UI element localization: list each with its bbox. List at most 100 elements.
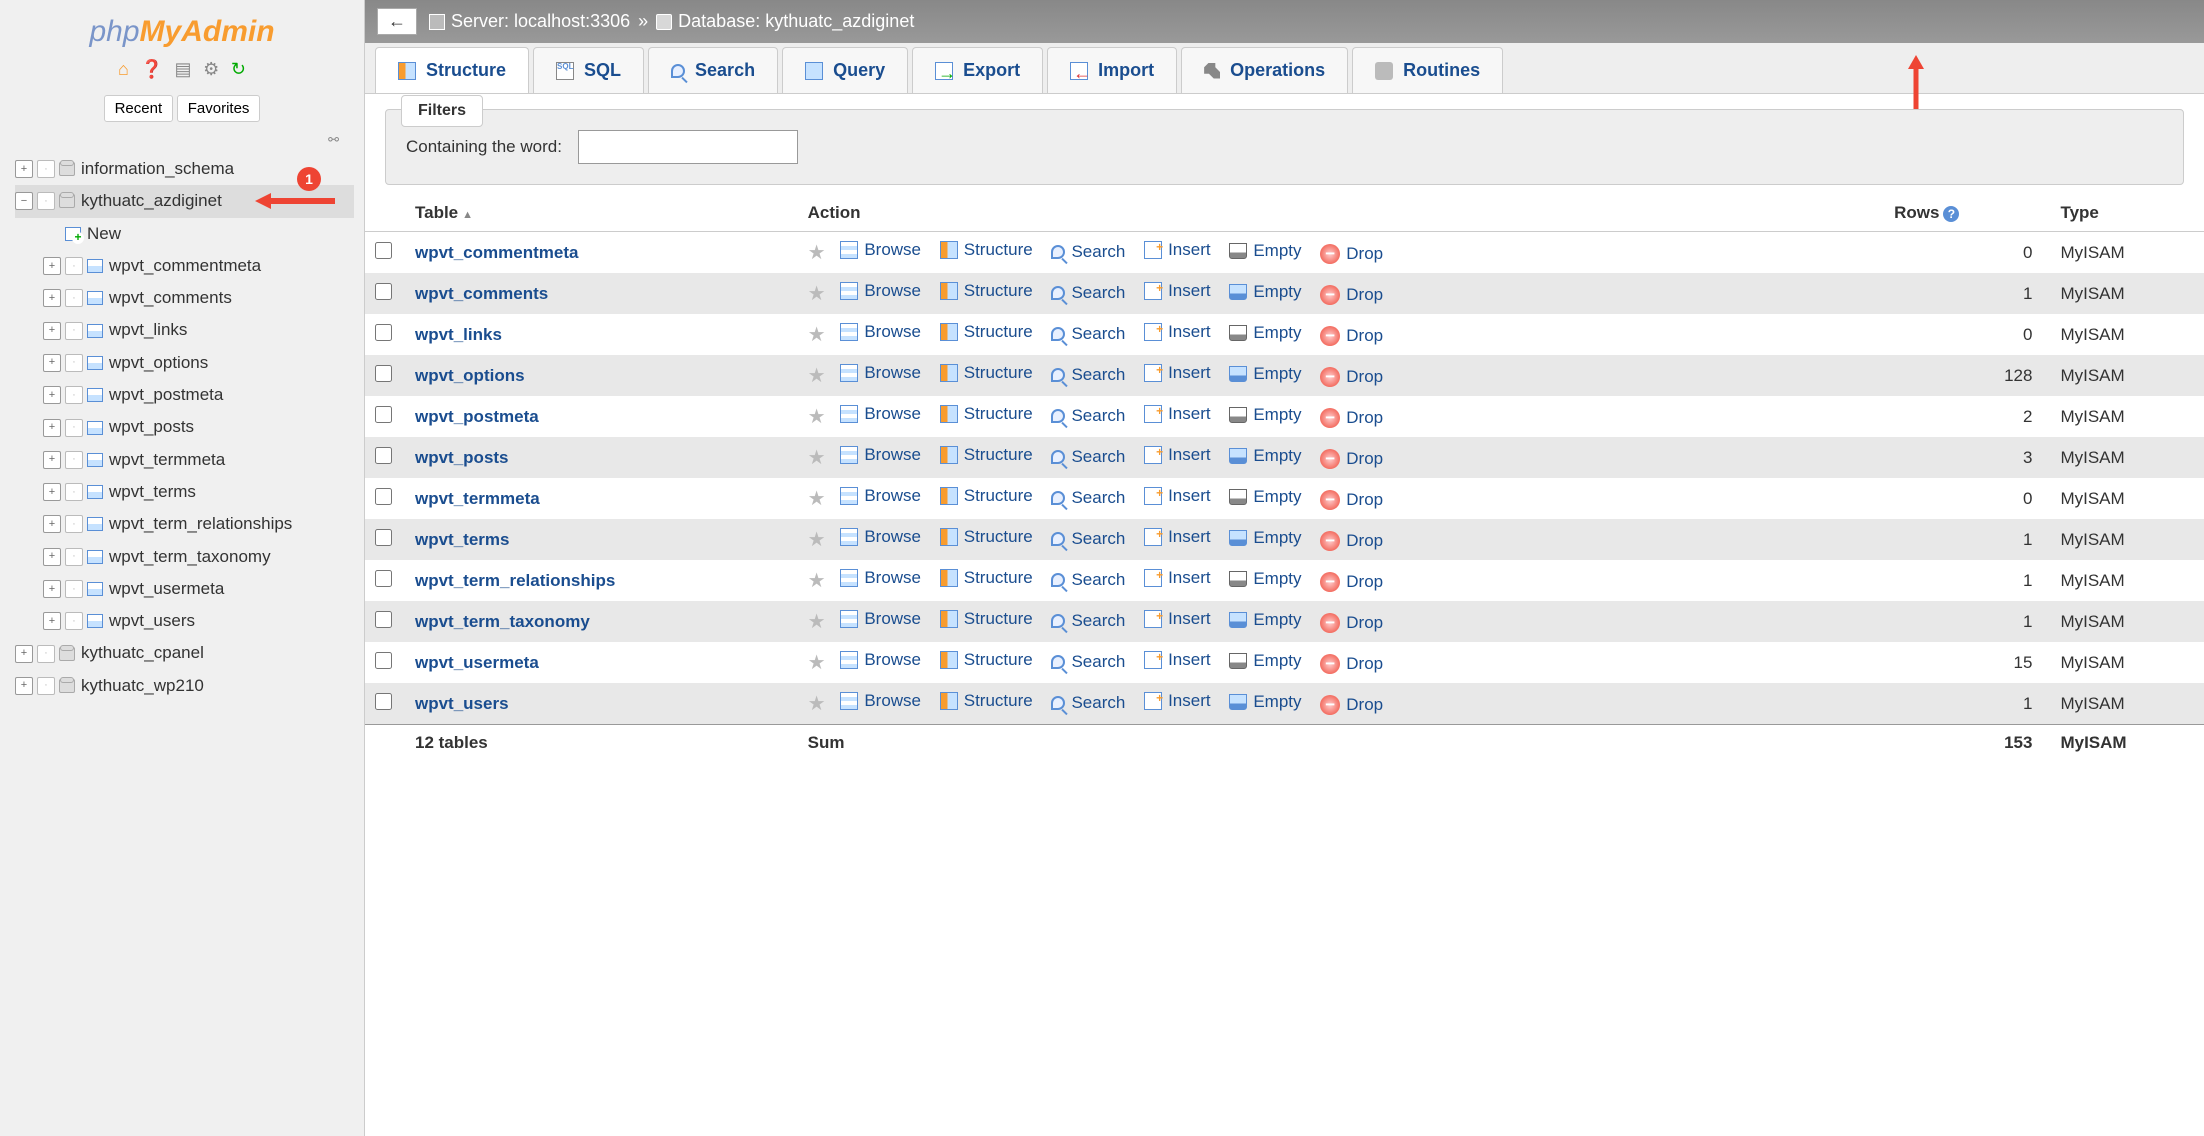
tab-export[interactable]: Export bbox=[912, 47, 1043, 93]
table-name-link[interactable]: wpvt_term_relationships bbox=[415, 571, 615, 590]
browse-action[interactable]: Browse bbox=[840, 650, 921, 670]
insert-action[interactable]: Insert bbox=[1144, 281, 1211, 301]
browse-action[interactable]: Browse bbox=[840, 445, 921, 465]
empty-action[interactable]: Empty bbox=[1229, 610, 1301, 630]
row-checkbox[interactable] bbox=[375, 406, 392, 423]
tab-query[interactable]: Query bbox=[782, 47, 908, 93]
tab-import[interactable]: Import bbox=[1047, 47, 1177, 93]
search-action[interactable]: Search bbox=[1051, 611, 1125, 631]
table-link[interactable]: wpvt_commentmeta bbox=[109, 250, 261, 282]
browse-action[interactable]: Browse bbox=[840, 609, 921, 629]
table-name-link[interactable]: wpvt_posts bbox=[415, 448, 509, 467]
insert-action[interactable]: Insert bbox=[1144, 363, 1211, 383]
star-icon[interactable]: ★ bbox=[808, 693, 826, 715]
expand-icon[interactable]: + bbox=[15, 160, 33, 178]
drop-action[interactable]: Drop bbox=[1320, 449, 1383, 469]
star-icon[interactable]: ★ bbox=[808, 529, 826, 551]
logo[interactable]: phpMyAdmin bbox=[0, 0, 364, 54]
row-checkbox[interactable] bbox=[375, 611, 392, 628]
table-link[interactable]: wpvt_posts bbox=[109, 411, 194, 443]
table-link[interactable]: wpvt_termmeta bbox=[109, 444, 225, 476]
expand-icon[interactable]: + bbox=[15, 645, 33, 663]
empty-action[interactable]: Empty bbox=[1229, 323, 1301, 343]
back-button[interactable]: ← bbox=[377, 8, 417, 35]
structure-action[interactable]: Structure bbox=[940, 609, 1033, 629]
search-action[interactable]: Search bbox=[1051, 406, 1125, 426]
table-name-link[interactable]: wpvt_options bbox=[415, 366, 525, 385]
search-action[interactable]: Search bbox=[1051, 283, 1125, 303]
tab-search[interactable]: Search bbox=[648, 47, 778, 93]
search-action[interactable]: Search bbox=[1051, 447, 1125, 467]
star-icon[interactable]: ★ bbox=[808, 570, 826, 592]
favorites-button[interactable]: Favorites bbox=[177, 95, 261, 122]
table-name-link[interactable]: wpvt_termmeta bbox=[415, 489, 540, 508]
expand-icon[interactable]: + bbox=[43, 354, 61, 372]
help-icon[interactable]: ❓ bbox=[140, 59, 162, 79]
insert-action[interactable]: Insert bbox=[1144, 486, 1211, 506]
insert-action[interactable]: Insert bbox=[1144, 527, 1211, 547]
expand-icon[interactable]: + bbox=[43, 483, 61, 501]
row-checkbox[interactable] bbox=[375, 324, 392, 341]
new-link[interactable]: New bbox=[87, 218, 121, 250]
star-icon[interactable]: ★ bbox=[808, 611, 826, 633]
star-icon[interactable]: ★ bbox=[808, 324, 826, 346]
search-action[interactable]: Search bbox=[1051, 365, 1125, 385]
recent-button[interactable]: Recent bbox=[104, 95, 174, 122]
browse-action[interactable]: Browse bbox=[840, 691, 921, 711]
col-table[interactable]: Table▲ bbox=[405, 195, 798, 232]
star-icon[interactable]: ★ bbox=[808, 365, 826, 387]
browse-action[interactable]: Browse bbox=[840, 404, 921, 424]
tab-sql[interactable]: SQL bbox=[533, 47, 644, 93]
drop-action[interactable]: Drop bbox=[1320, 408, 1383, 428]
table-name-link[interactable]: wpvt_comments bbox=[415, 284, 548, 303]
insert-action[interactable]: Insert bbox=[1144, 650, 1211, 670]
db-link[interactable]: kythuatc_azdiginet bbox=[81, 185, 222, 217]
structure-action[interactable]: Structure bbox=[940, 445, 1033, 465]
db-link[interactable]: information_schema bbox=[81, 153, 234, 185]
expand-icon[interactable]: + bbox=[43, 289, 61, 307]
structure-action[interactable]: Structure bbox=[940, 240, 1033, 260]
link-icon[interactable]: ⚯ bbox=[0, 127, 364, 153]
browse-action[interactable]: Browse bbox=[840, 568, 921, 588]
drop-action[interactable]: Drop bbox=[1320, 490, 1383, 510]
star-icon[interactable]: ★ bbox=[808, 447, 826, 469]
table-link[interactable]: wpvt_postmeta bbox=[109, 379, 223, 411]
structure-action[interactable]: Structure bbox=[940, 650, 1033, 670]
structure-action[interactable]: Structure bbox=[940, 363, 1033, 383]
drop-action[interactable]: Drop bbox=[1320, 244, 1383, 264]
browse-action[interactable]: Browse bbox=[840, 486, 921, 506]
star-icon[interactable]: ★ bbox=[808, 283, 826, 305]
row-checkbox[interactable] bbox=[375, 447, 392, 464]
drop-action[interactable]: Drop bbox=[1320, 654, 1383, 674]
empty-action[interactable]: Empty bbox=[1229, 364, 1301, 384]
home-icon[interactable]: ⌂ bbox=[118, 59, 129, 79]
filter-input[interactable] bbox=[578, 130, 798, 164]
empty-action[interactable]: Empty bbox=[1229, 569, 1301, 589]
expand-icon[interactable]: + bbox=[43, 548, 61, 566]
table-name-link[interactable]: wpvt_links bbox=[415, 325, 502, 344]
table-name-link[interactable]: wpvt_terms bbox=[415, 530, 509, 549]
table-name-link[interactable]: wpvt_usermeta bbox=[415, 653, 539, 672]
expand-icon[interactable]: + bbox=[43, 515, 61, 533]
table-name-link[interactable]: wpvt_commentmeta bbox=[415, 243, 578, 262]
insert-action[interactable]: Insert bbox=[1144, 445, 1211, 465]
insert-action[interactable]: Insert bbox=[1144, 404, 1211, 424]
row-checkbox[interactable] bbox=[375, 652, 392, 669]
expand-icon[interactable]: + bbox=[43, 386, 61, 404]
expand-icon[interactable]: + bbox=[43, 580, 61, 598]
structure-action[interactable]: Structure bbox=[940, 281, 1033, 301]
browse-action[interactable]: Browse bbox=[840, 363, 921, 383]
drop-action[interactable]: Drop bbox=[1320, 367, 1383, 387]
table-link[interactable]: wpvt_term_relationships bbox=[109, 508, 292, 540]
row-checkbox[interactable] bbox=[375, 365, 392, 382]
table-link[interactable]: wpvt_terms bbox=[109, 476, 196, 508]
table-link[interactable]: wpvt_options bbox=[109, 347, 208, 379]
search-action[interactable]: Search bbox=[1051, 652, 1125, 672]
search-action[interactable]: Search bbox=[1051, 570, 1125, 590]
search-action[interactable]: Search bbox=[1051, 693, 1125, 713]
structure-action[interactable]: Structure bbox=[940, 404, 1033, 424]
empty-action[interactable]: Empty bbox=[1229, 241, 1301, 261]
db-link[interactable]: kythuatc_wp210 bbox=[81, 670, 204, 702]
expand-icon[interactable]: + bbox=[43, 612, 61, 630]
sql-icon[interactable]: ▤ bbox=[175, 59, 192, 79]
